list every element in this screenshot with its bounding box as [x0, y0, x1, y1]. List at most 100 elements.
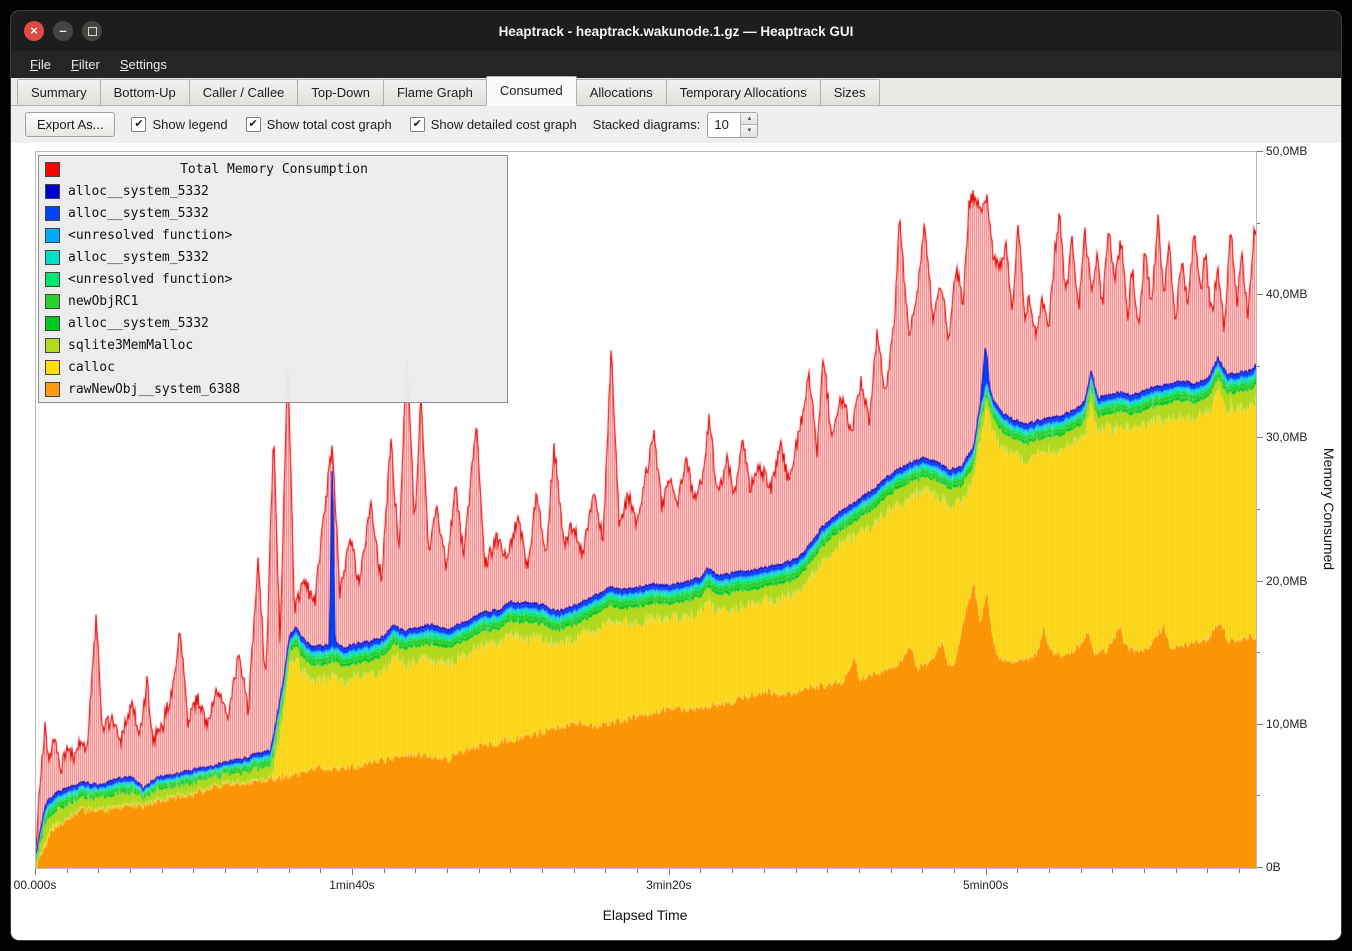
check-icon: ✔	[134, 119, 143, 130]
x-tick-label: 00.000s	[14, 878, 57, 892]
legend-label: <unresolved function>	[68, 228, 232, 243]
checkbox-show-detailed-cost-graph[interactable]: ✔ Show detailed cost graph	[410, 117, 577, 132]
spinbox-down-button[interactable]: ▾	[741, 125, 757, 137]
legend-color-chip	[45, 206, 60, 221]
check-icon: ✔	[249, 119, 258, 130]
x-tick	[1239, 869, 1240, 873]
x-tick	[1112, 869, 1113, 873]
checkbox-show-legend[interactable]: ✔Show legend	[131, 117, 227, 132]
y-tick-label: 10,0MB	[1266, 717, 1307, 731]
x-tick	[1081, 869, 1082, 873]
legend-color-chip	[45, 184, 60, 199]
legend-label: alloc__system_5332	[68, 250, 209, 265]
x-tick	[193, 869, 194, 873]
window-title: Heaptrack - heaptrack.wakunode.1.gz — He…	[11, 24, 1341, 39]
checkbox-box[interactable]: ✔	[246, 117, 261, 132]
legend-color-chip	[45, 162, 60, 177]
tab-allocations[interactable]: Allocations	[576, 79, 667, 105]
x-tick	[1017, 869, 1018, 873]
legend-color-chip	[45, 360, 60, 375]
screen: Heaptrack - heaptrack.wakunode.1.gz — He…	[0, 0, 1352, 951]
legend-item: rawNewObj__system_6388	[39, 378, 507, 400]
app-window: Heaptrack - heaptrack.wakunode.1.gz — He…	[10, 10, 1342, 941]
x-tick	[67, 869, 68, 873]
y-tick	[1257, 294, 1263, 295]
tab-top-down[interactable]: Top-Down	[297, 79, 384, 105]
x-axis-title: Elapsed Time	[603, 907, 688, 923]
chevron-down-icon: ▾	[748, 127, 752, 134]
spinbox-value: 10	[708, 113, 740, 137]
x-tick	[1207, 869, 1208, 873]
legend-color-chip	[45, 382, 60, 397]
x-tick	[796, 869, 797, 873]
menu-item-settings[interactable]: Settings	[111, 54, 176, 75]
spinbox-up-button[interactable]: ▴	[741, 113, 757, 126]
legend-item: alloc__system_5332	[39, 312, 507, 334]
x-tick	[225, 869, 226, 873]
legend-item: <unresolved function>	[39, 224, 507, 246]
tab-bottom-up[interactable]: Bottom-Up	[100, 79, 190, 105]
x-tick	[827, 869, 828, 873]
x-tick	[415, 869, 416, 873]
export-as-button[interactable]: Export As...	[25, 112, 115, 137]
legend-item: calloc	[39, 356, 507, 378]
close-button[interactable]: ×	[24, 21, 44, 41]
stacked-diagrams-spinbox[interactable]: 10 ▴ ▾	[707, 112, 758, 138]
tab-temporary-allocations[interactable]: Temporary Allocations	[666, 79, 821, 105]
x-tick	[542, 869, 543, 873]
x-tick	[352, 869, 353, 875]
x-tick	[320, 869, 321, 873]
y-tick-label: 30,0MB	[1266, 430, 1307, 444]
legend-color-chip	[45, 228, 60, 243]
menubar: FileFilterSettings	[11, 51, 1341, 78]
menu-item-file[interactable]: File	[21, 54, 60, 75]
y-tick-label: 0B	[1266, 860, 1281, 874]
chart-area: Total Memory Consumption alloc__system_53…	[11, 143, 1341, 940]
x-tick	[257, 869, 258, 873]
legend-item: alloc__system_5332	[39, 202, 507, 224]
x-tick	[605, 869, 606, 873]
titlebar: Heaptrack - heaptrack.wakunode.1.gz — He…	[11, 11, 1341, 51]
y-tick	[1257, 509, 1260, 510]
checkbox-box[interactable]: ✔	[131, 117, 146, 132]
checkbox-box[interactable]: ✔	[410, 117, 425, 132]
check-icon: ✔	[413, 119, 422, 130]
legend-color-chip	[45, 316, 60, 331]
tab-consumed[interactable]: Consumed	[486, 76, 577, 106]
x-tick-label: 3min20s	[646, 878, 691, 892]
tab-caller-callee[interactable]: Caller / Callee	[189, 79, 299, 105]
x-tick	[98, 869, 99, 873]
y-tick-label: 40,0MB	[1266, 287, 1307, 301]
tab-flame-graph[interactable]: Flame Graph	[383, 79, 487, 105]
legend-color-chip	[45, 272, 60, 287]
legend-item: alloc__system_5332	[39, 246, 507, 268]
tabbar: SummaryBottom-UpCaller / CalleeTop-DownF…	[11, 78, 1341, 106]
legend-label: calloc	[68, 360, 115, 375]
x-tick-label: 1min40s	[329, 878, 374, 892]
legend-color-chip	[45, 338, 60, 353]
legend-label: alloc__system_5332	[68, 184, 209, 199]
minimize-button[interactable]: –	[53, 21, 73, 41]
checkbox-label: Show total cost graph	[267, 117, 392, 132]
legend-color-chip	[45, 250, 60, 265]
legend-label: newObjRC1	[68, 294, 138, 309]
x-tick	[289, 869, 290, 873]
stacked-diagrams-group: Stacked diagrams: 10 ▴ ▾	[593, 112, 759, 138]
maximize-icon	[88, 27, 97, 36]
maximize-button[interactable]	[82, 21, 102, 41]
x-tick	[986, 869, 987, 875]
x-tick	[732, 869, 733, 873]
tab-sizes[interactable]: Sizes	[820, 79, 880, 105]
menu-item-filter[interactable]: Filter	[62, 54, 109, 75]
y-tick-label: 20,0MB	[1266, 574, 1307, 588]
tab-summary[interactable]: Summary	[17, 79, 101, 105]
y-tick	[1257, 795, 1260, 796]
checkbox-group: ✔Show legend✔Show total cost graph✔Show …	[131, 117, 576, 132]
legend-item: sqlite3MemMalloc	[39, 334, 507, 356]
y-tick	[1257, 867, 1263, 868]
checkbox-show-total-cost-graph[interactable]: ✔ Show total cost graph	[246, 117, 392, 132]
y-tick	[1257, 724, 1263, 725]
legend-title-row: Total Memory Consumption	[39, 158, 507, 180]
checkbox-label: Show detailed cost graph	[431, 117, 577, 132]
x-tick	[764, 869, 765, 873]
